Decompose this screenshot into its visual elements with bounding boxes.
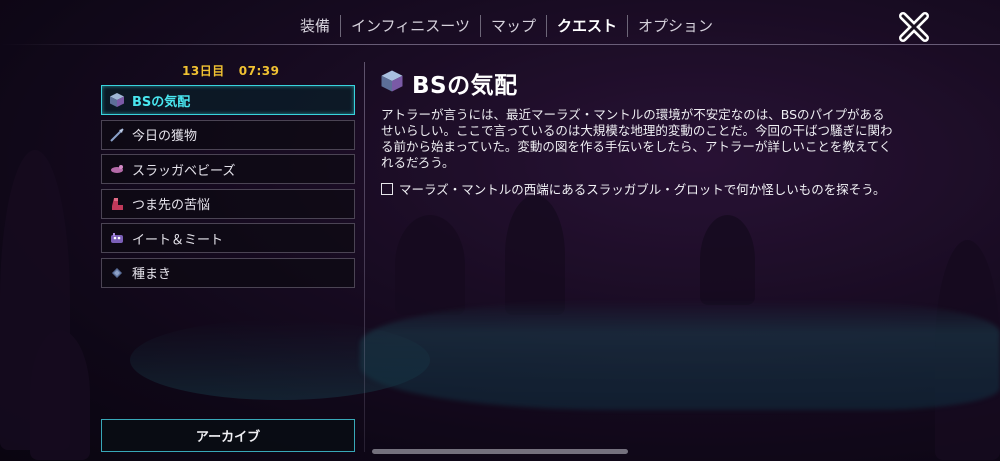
tab-equipment[interactable]: 装備 [290, 15, 342, 37]
quest-item-label: イート＆ミート [132, 232, 224, 248]
quest-item-label: スラッガベビーズ [132, 163, 236, 179]
quest-item-bs-presence[interactable]: BSの気配 [101, 85, 355, 115]
seed-icon [108, 264, 126, 282]
clock-time: 07:39 [238, 64, 280, 78]
quest-item-label: 種まき [132, 267, 172, 282]
quest-item-sowing[interactable]: 種まき [101, 257, 355, 288]
top-nav-tabs: 装備 インフィニスーツ マップ クエスト オプション [290, 12, 723, 40]
nav-divider [0, 44, 1000, 45]
quest-item-label: BSの気配 [132, 94, 191, 110]
archive-button[interactable]: アーカイブ [101, 419, 355, 452]
spear-icon [108, 126, 126, 144]
slug-icon [108, 160, 126, 178]
quest-item-toe-trouble[interactable]: つま先の苦悩 [101, 188, 355, 219]
cube-icon [380, 69, 404, 97]
objective-checkbox[interactable] [381, 182, 393, 195]
quest-detail-header: BSの気配 [380, 66, 518, 100]
quest-title: BSの気配 [412, 73, 518, 99]
quest-description: アトラーが言うには、最近マーラズ・マントルの環境が不安定なのは、BSのパイプがあ… [381, 107, 893, 170]
boot-icon [108, 195, 126, 213]
tab-options[interactable]: オプション [628, 15, 723, 37]
home-indicator[interactable] [372, 449, 628, 454]
quest-objective: マーラズ・マントルの西端にあるスラッガブル・グロットで何か怪しいものを探そう。 [381, 179, 886, 198]
quest-item-eat-and-meet[interactable]: イート＆ミート [101, 223, 355, 253]
panel-divider [364, 62, 365, 452]
quest-item-todays-prey[interactable]: 今日の獲物 [101, 119, 355, 150]
cube-icon [108, 91, 126, 109]
quest-item-label: つま先の苦悩 [132, 198, 211, 213]
objective-text: マーラズ・マントルの西端にあるスラッガブル・グロットで何か怪しいものを探そう。 [399, 182, 886, 197]
quest-list: BSの気配 今日の獲物 スラッガベビーズ つま先の苦悩 イート＆ミート 種まき [101, 85, 355, 292]
tab-map[interactable]: マップ [481, 15, 547, 37]
creature-icon [108, 229, 126, 247]
quest-item-label: 今日の獲物 [132, 129, 198, 144]
day-time-display: 13日目 07:39 [182, 62, 279, 79]
close-button[interactable] [897, 10, 931, 44]
quest-item-slugga-babies[interactable]: スラッガベビーズ [101, 154, 355, 184]
close-icon [899, 12, 929, 42]
day-counter: 13日目 [182, 64, 225, 78]
tab-quest[interactable]: クエスト [547, 15, 628, 37]
tab-infinisuit[interactable]: インフィニスーツ [341, 15, 481, 37]
